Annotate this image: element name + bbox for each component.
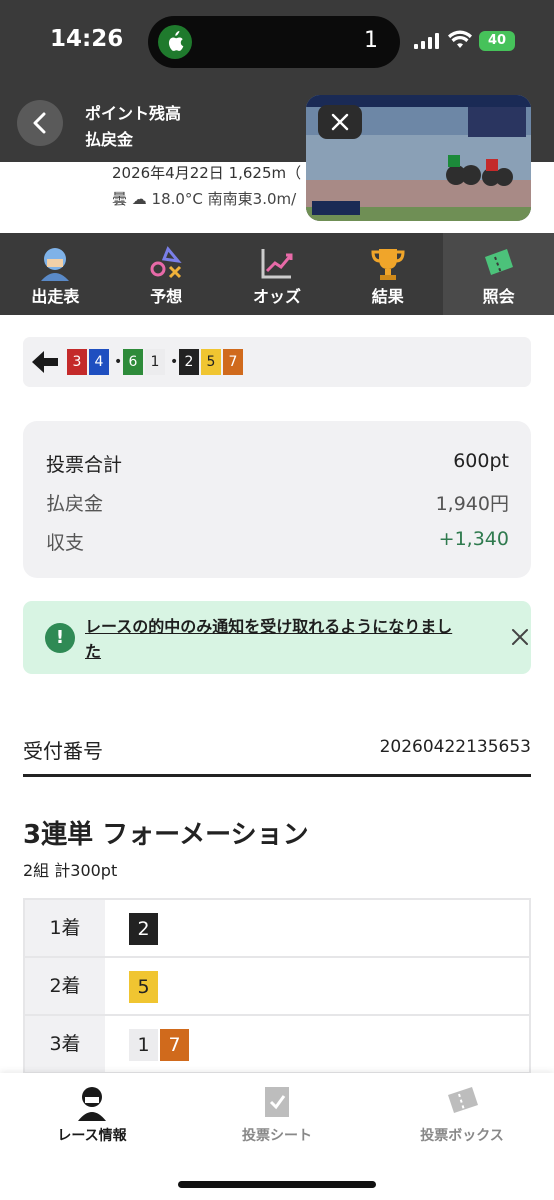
racer-icon: [41, 248, 70, 281]
close-icon[interactable]: [510, 627, 530, 647]
combo-number-box: 2: [179, 349, 199, 375]
balance-value: +1,340: [438, 528, 509, 550]
tab-odds[interactable]: オッズ: [222, 233, 333, 315]
number-box: 2: [129, 913, 158, 945]
header-subtitle: 払戻金: [85, 130, 134, 149]
close-icon: [331, 113, 349, 131]
race-weather: 曇 ☁ 18.0°C 南南東3.0m/: [112, 190, 297, 208]
exclamation-icon: !: [45, 623, 75, 653]
reception-label: 受付番号: [23, 739, 103, 763]
prediction-icon: [150, 246, 182, 279]
tab-label: 予想: [150, 287, 183, 306]
wifi-icon: [448, 30, 472, 48]
video-pip[interactable]: [306, 95, 531, 221]
status-time: 14:26: [50, 26, 124, 52]
payout-label: 払戻金: [46, 493, 104, 515]
separator-dot: •: [170, 354, 179, 370]
notice-link[interactable]: レースの的中のみ通知を受け取れるようになりました: [85, 614, 465, 664]
app-root: 14:26 1 40 ポイント残高 払戻金 2026年4月22日 1,625m（…: [0, 0, 554, 1200]
bet-count: 2組 計300pt: [23, 861, 118, 880]
race-tabs: 出走表 予想 オッズ 結果 照会: [0, 233, 554, 315]
ticket-icon: [448, 1087, 478, 1113]
combo-number-box: 4: [89, 349, 109, 375]
notice-banner: ! レースの的中のみ通知を受け取れるようになりました: [23, 601, 531, 674]
tab-label: 照会: [482, 287, 515, 306]
odds-chart-icon: [261, 249, 293, 279]
bottom-tab-label: 投票ボックス: [420, 1128, 504, 1144]
arrow-left-icon: [32, 351, 58, 373]
tab-inquiry[interactable]: 照会: [443, 233, 554, 315]
bet-type: 3連単 フォーメーション: [23, 820, 309, 850]
tab-entries[interactable]: 出走表: [0, 233, 111, 315]
balance-label: 収支: [46, 532, 85, 554]
dynamic-island[interactable]: 1: [148, 16, 400, 68]
back-button[interactable]: [17, 100, 63, 146]
app-logo-icon: [158, 25, 192, 59]
combo-number-box: 5: [201, 349, 221, 375]
island-count: 1: [364, 28, 378, 53]
place-label: 2着: [25, 958, 105, 1014]
number-box: 1: [129, 1029, 158, 1061]
formation-table: 1着 2 2着 5 3着 17: [23, 898, 531, 1078]
number-box: 7: [160, 1029, 189, 1061]
chevron-left-icon: [33, 112, 46, 134]
racer-icon: [78, 1087, 106, 1121]
place-label: 3着: [25, 1016, 105, 1072]
header-title: ポイント残高: [85, 104, 182, 123]
bottom-tab-bet-box[interactable]: 投票ボックス: [370, 1073, 554, 1173]
signal-icon: [414, 33, 439, 49]
race-date: 2026年4月22日 1,625m（: [112, 164, 302, 182]
tab-label: 出走表: [31, 287, 80, 306]
tab-label: 結果: [371, 287, 404, 306]
number-box: 5: [129, 971, 158, 1003]
pip-close-button[interactable]: [318, 105, 362, 139]
summary-card: 投票合計 600pt 払戻金 1,940円 収支 +1,340: [23, 421, 531, 578]
bet-sheet-icon: [265, 1087, 289, 1117]
home-indicator: [178, 1181, 376, 1188]
payout-value: 1,940円: [435, 493, 509, 515]
bottom-tab-bet-sheet[interactable]: 投票シート: [185, 1073, 369, 1173]
tab-prediction[interactable]: 予想: [111, 233, 222, 315]
combo-number-box: 1: [145, 349, 165, 375]
reception-row: 受付番号 20260422135653: [23, 735, 531, 777]
combination-strip: 3 4 • 6 1 • 2 5 7: [23, 337, 531, 387]
place-label: 1着: [25, 900, 105, 956]
combo-number-box: 7: [223, 349, 243, 375]
table-row: 2着 5: [25, 958, 529, 1016]
total-value: 600pt: [453, 450, 509, 472]
trophy-icon: [371, 249, 405, 280]
battery-icon: 40: [479, 31, 515, 51]
bottom-tab-label: 投票シート: [242, 1128, 312, 1144]
table-row: 3着 17: [25, 1016, 529, 1074]
reception-number: 20260422135653: [379, 737, 531, 757]
combo-number-box: 6: [123, 349, 143, 375]
ticket-icon: [484, 249, 513, 275]
bottom-tab-race-info[interactable]: レース情報: [0, 1073, 184, 1173]
tab-results[interactable]: 結果: [332, 233, 443, 315]
tab-label: オッズ: [252, 287, 301, 306]
table-row: 1着 2: [25, 900, 529, 958]
separator-dot: •: [114, 354, 123, 370]
combo-number-box: 3: [67, 349, 87, 375]
bottom-tab-label: レース情報: [57, 1128, 127, 1144]
total-label: 投票合計: [46, 454, 123, 476]
